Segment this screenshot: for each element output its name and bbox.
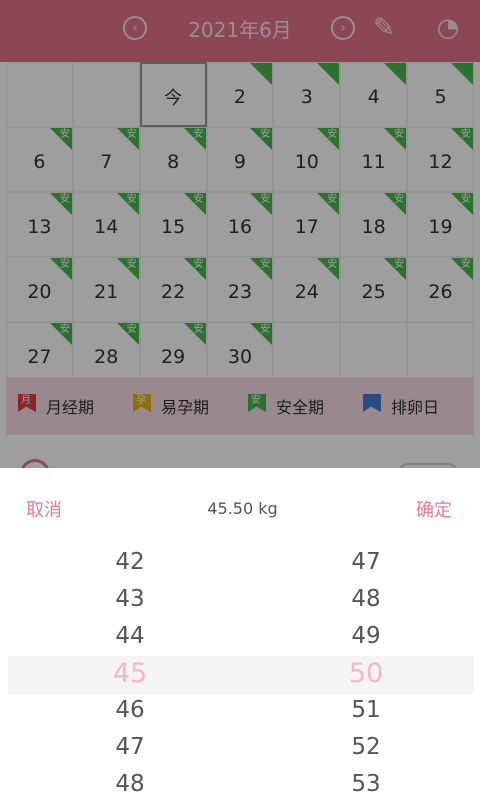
weight-picker-sheet: 取消 45.50 kg 确定 42 43 44 45 46 47 48 47 48 49 50 51…: [0, 468, 480, 800]
wheel-option[interactable]: 48: [70, 766, 190, 803]
wheel-option[interactable]: 43: [70, 581, 190, 618]
cancel-button[interactable]: 取消: [26, 496, 62, 522]
wheel-option[interactable]: 50: [306, 655, 426, 692]
confirm-button[interactable]: 确定: [416, 496, 452, 522]
wheel-option[interactable]: 45: [70, 655, 190, 692]
wheel-option[interactable]: 52: [306, 729, 426, 766]
wheel-option[interactable]: 48: [306, 581, 426, 618]
wheel-option[interactable]: 46: [70, 692, 190, 729]
wheel-option[interactable]: 42: [70, 544, 190, 581]
wheel-option[interactable]: 53: [306, 766, 426, 803]
wheel-option[interactable]: 47: [70, 729, 190, 766]
modal-overlay[interactable]: [0, 0, 480, 468]
wheel-option[interactable]: 51: [306, 692, 426, 729]
weight-value: 45.50 kg: [207, 499, 278, 518]
wheel-option[interactable]: 47: [306, 544, 426, 581]
wheel-option[interactable]: 49: [306, 618, 426, 655]
wheel-option[interactable]: 44: [70, 618, 190, 655]
integer-wheel[interactable]: 42 43 44 45 46 47 48: [70, 544, 190, 803]
decimal-wheel[interactable]: 47 48 49 50 51 52 53: [306, 544, 426, 803]
